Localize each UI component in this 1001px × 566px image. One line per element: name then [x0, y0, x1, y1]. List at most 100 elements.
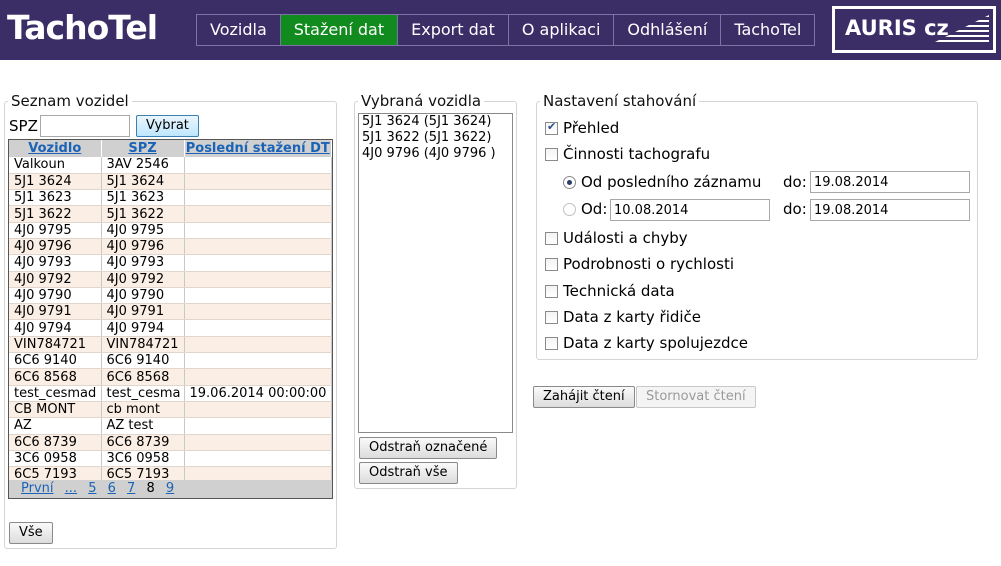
date-from-input[interactable]	[610, 199, 770, 221]
pager-current-page: 8	[146, 481, 155, 496]
vehicle-cell: 6C6 8739	[9, 434, 102, 451]
header-bar: TachoTel Vozidla Stažení dat Export dat …	[0, 0, 1001, 60]
table-row[interactable]: 5J1 3624 5J1 3624	[9, 173, 332, 191]
nav-export-dat[interactable]: Export dat	[398, 15, 509, 45]
from-last-option[interactable]: Od posledního záznamu	[563, 173, 761, 191]
vehicle-table: Vozidlo SPZ Poslední stažení DT Valkoun 3…	[8, 139, 333, 499]
table-row[interactable]: CB MONT cb mont	[9, 401, 332, 419]
nav-stazeni-dat[interactable]: Stažení dat	[280, 15, 399, 45]
vehicle-cell: 4J0 9796	[9, 238, 102, 256]
speed-label: Podrobnosti o rychlosti	[563, 255, 735, 273]
remove-all-button[interactable]: Odstraň vše	[359, 462, 458, 484]
date-to-input-1[interactable]	[810, 171, 970, 193]
table-row[interactable]: 4J0 9792 4J0 9792	[9, 271, 332, 288]
table-row[interactable]: 6C6 9140 6C6 9140	[9, 352, 332, 370]
nav-o-aplikaci[interactable]: O aplikaci	[509, 15, 615, 45]
pager-page-9[interactable]: 9	[166, 481, 174, 496]
codriver-card-checkbox[interactable]	[545, 336, 558, 350]
activities-option[interactable]: Činnosti tachografu	[545, 145, 710, 163]
overview-checkbox[interactable]	[545, 120, 558, 135]
events-option[interactable]: Události a chyby	[545, 229, 688, 247]
table-row[interactable]: AZ AZ test	[9, 417, 332, 435]
table-row[interactable]: 6C6 8568 6C6 8568	[9, 368, 332, 386]
speed-option[interactable]: Podrobnosti o rychlosti	[545, 255, 734, 273]
app-logo: TachoTel	[7, 8, 158, 47]
spz-input[interactable]	[40, 115, 130, 137]
spz-cell: 3AV 2546	[101, 157, 185, 174]
table-row[interactable]: 4J0 9790 4J0 9790	[9, 287, 332, 305]
vehicle-cell: 5J1 3622	[9, 205, 102, 223]
nav-tachotel[interactable]: TachoTel	[721, 15, 814, 45]
last-download-cell	[184, 434, 332, 451]
last-download-cell	[184, 352, 332, 370]
main-nav: Vozidla Stažení dat Export dat O aplikac…	[196, 14, 816, 46]
remove-selected-button[interactable]: Odstraň označené	[359, 437, 498, 459]
table-row[interactable]: 5J1 3622 5J1 3622	[9, 205, 332, 223]
to-label-2: do:	[783, 200, 807, 218]
last-download-cell: 19.06.2014 00:00:00	[184, 385, 332, 402]
col-vozidlo[interactable]: Vozidlo	[9, 140, 102, 157]
to-label-1: do:	[783, 173, 807, 191]
table-row[interactable]: Valkoun 3AV 2546	[9, 157, 332, 174]
driver-card-label: Data z karty řidiče	[563, 308, 702, 326]
vehicle-cell: 6C6 8568	[9, 368, 102, 386]
table-row[interactable]: 5J1 3623 5J1 3623	[9, 189, 332, 207]
from-date-option[interactable]: Od:	[563, 200, 607, 218]
table-row[interactable]: VIN784721 VIN784721	[9, 336, 332, 354]
spz-cell: 4J0 9796	[101, 238, 185, 256]
all-button[interactable]: Vše	[9, 522, 53, 544]
list-item[interactable]: 5J1 3624 (5J1 3624)	[359, 114, 512, 130]
list-item[interactable]: 4J0 9796 (4J0 9796 )	[359, 146, 512, 162]
spz-cell: cb mont	[101, 401, 185, 419]
last-download-cell	[184, 417, 332, 435]
select-button[interactable]: Vybrat	[136, 115, 199, 137]
nav-vozidla[interactable]: Vozidla	[197, 15, 281, 45]
selected-vehicles-listbox[interactable]: 5J1 3624 (5J1 3624) 5J1 3622 (5J1 3622) …	[358, 113, 513, 433]
technical-checkbox[interactable]	[545, 284, 558, 298]
pager-page-5[interactable]: 5	[88, 481, 96, 496]
technical-option[interactable]: Technická data	[545, 282, 675, 300]
pager-first[interactable]: První	[21, 481, 54, 496]
codriver-card-option[interactable]: Data z karty spolujezdce	[545, 334, 748, 352]
spz-cell: 5J1 3623	[101, 189, 185, 207]
nav-odhlaseni[interactable]: Odhlášení	[614, 15, 722, 45]
pager-ellipsis[interactable]: ...	[65, 481, 77, 496]
table-row[interactable]: 6C6 8739 6C6 8739	[9, 434, 332, 451]
table-row[interactable]: 4J0 9791 4J0 9791	[9, 303, 332, 321]
driver-card-option[interactable]: Data z karty řidiče	[545, 308, 701, 326]
pager-page-7[interactable]: 7	[127, 481, 135, 496]
vehicle-cell: CB MONT	[9, 401, 102, 419]
table-row[interactable]: 4J0 9795 4J0 9795	[9, 222, 332, 239]
spz-cell: 3C6 0958	[101, 450, 185, 468]
last-download-cell	[184, 238, 332, 256]
col-spz[interactable]: SPZ	[101, 140, 185, 157]
start-reading-button[interactable]: Zahájit čtení	[533, 386, 635, 408]
overview-option[interactable]: Přehled	[545, 119, 619, 137]
vehicle-cell: 4J0 9794	[9, 319, 102, 337]
date-to-input-2[interactable]	[810, 199, 970, 221]
vehicle-cell: 3C6 0958	[9, 450, 102, 468]
pager-page-6[interactable]: 6	[108, 481, 116, 496]
spz-cell: 4J0 9794	[101, 319, 185, 337]
table-header-row: Vozidlo SPZ Poslední stažení DT	[9, 140, 332, 157]
table-row[interactable]: 3C6 0958 3C6 0958	[9, 450, 332, 468]
table-row[interactable]: 4J0 9796 4J0 9796	[9, 238, 332, 256]
vehicle-cell: 4J0 9792	[9, 271, 102, 288]
vehicle-cell: VIN784721	[9, 336, 102, 354]
from-last-radio[interactable]	[563, 175, 576, 189]
driver-card-checkbox[interactable]	[545, 310, 558, 324]
table-row[interactable]: test_cesmad test_cesma 19.06.2014 00:00:00	[9, 385, 332, 402]
col-posledni-stazeni[interactable]: Poslední stažení DT	[184, 140, 332, 157]
spz-cell: 6C6 9140	[101, 352, 185, 370]
events-checkbox[interactable]	[545, 231, 558, 245]
table-row[interactable]: 4J0 9793 4J0 9793	[9, 254, 332, 272]
last-download-cell	[184, 157, 332, 174]
speed-checkbox[interactable]	[545, 257, 558, 271]
list-item[interactable]: 5J1 3622 (5J1 3622)	[359, 130, 512, 146]
activities-checkbox[interactable]	[545, 147, 558, 161]
cancel-reading-button[interactable]: Stornovat čtení	[636, 386, 756, 408]
from-date-radio[interactable]	[563, 202, 576, 216]
table-row[interactable]: 4J0 9794 4J0 9794	[9, 319, 332, 337]
vehicle-cell: test_cesmad	[9, 385, 102, 402]
spz-label: SPZ	[9, 117, 38, 135]
